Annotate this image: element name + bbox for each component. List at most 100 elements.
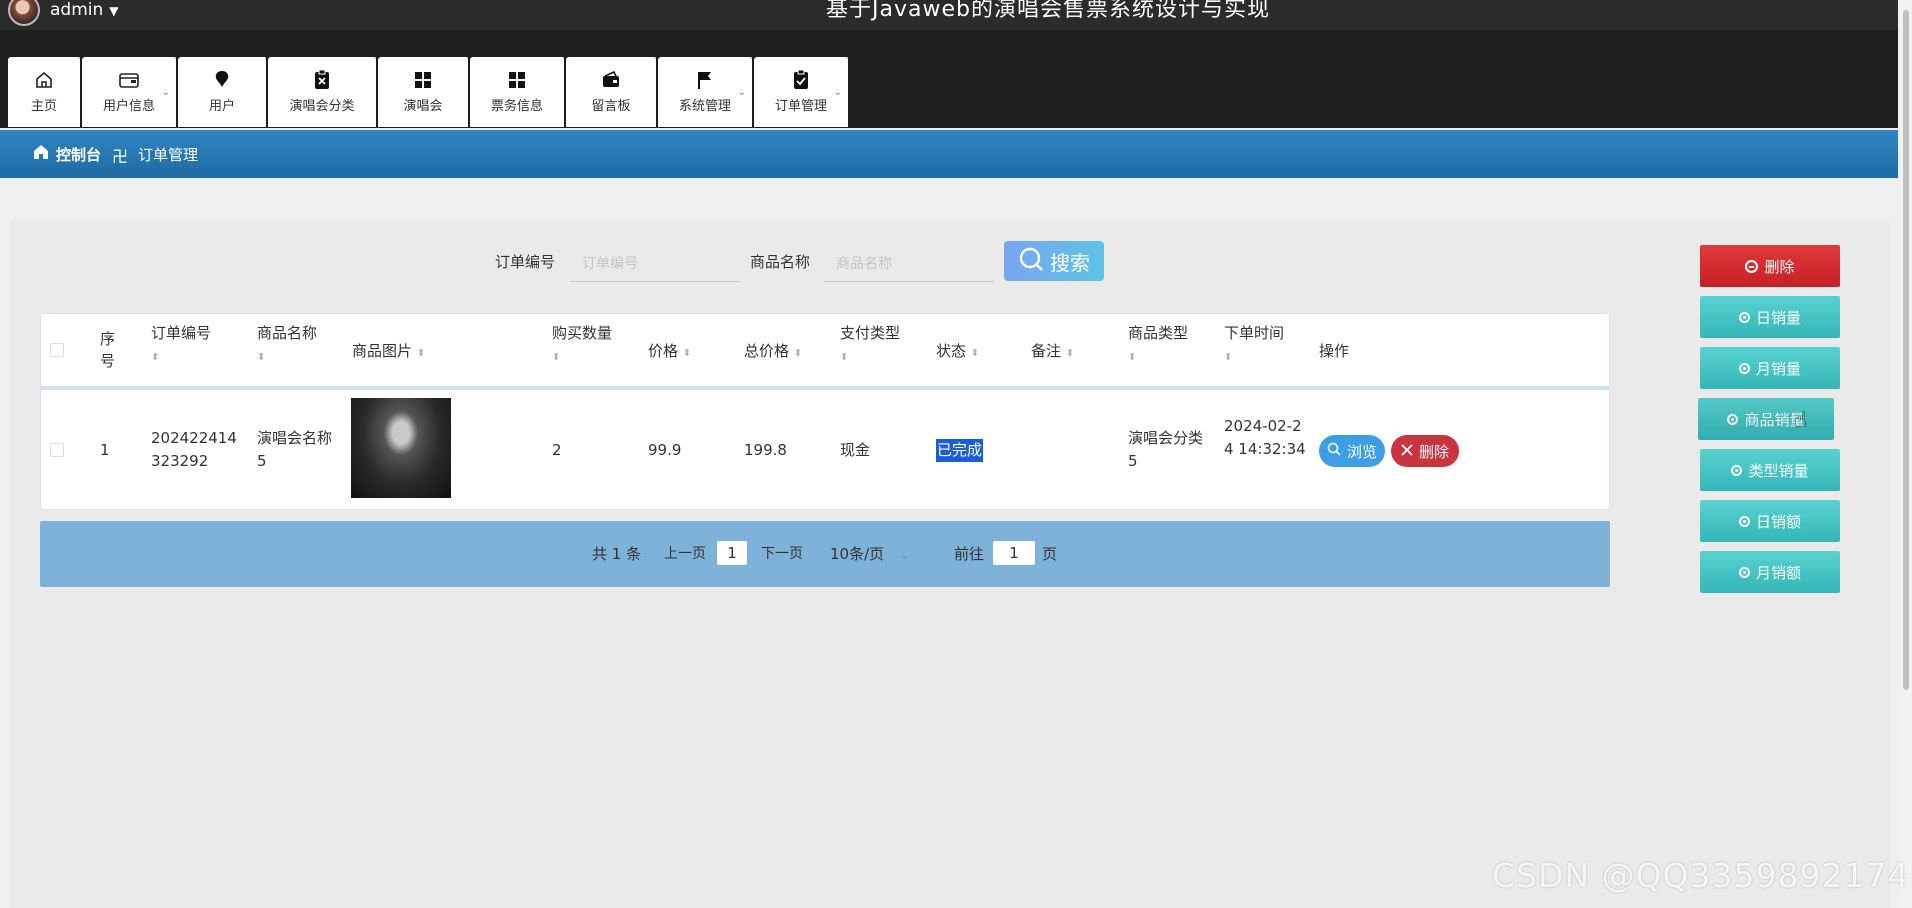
chevron-down-icon: ⌄: [833, 87, 842, 98]
nav-label: 主页: [30, 99, 57, 114]
type-sales-button[interactable]: 类型销量: [1700, 449, 1840, 491]
target-icon: [1738, 362, 1750, 374]
pager-page-unit: 页: [1042, 545, 1058, 563]
product-image[interactable]: [351, 398, 451, 498]
search-button[interactable]: 搜索: [1004, 241, 1104, 281]
header-product-image[interactable]: 商品图片 ⬍: [352, 340, 425, 365]
delete-row-button[interactable]: 删除: [1391, 435, 1459, 467]
type-sales-label: 类型销量: [1748, 461, 1809, 480]
nav-item-home[interactable]: 主页: [8, 57, 82, 127]
breadcrumb-current: 订单管理: [138, 146, 199, 164]
daily-amount-button[interactable]: 日销额: [1700, 500, 1840, 542]
grid-icon: [412, 69, 434, 91]
nav-item-order-management[interactable]: 订单管理 ⌄: [754, 57, 850, 127]
cell-quantity: 2: [552, 441, 562, 459]
batch-delete-label: 删除: [1764, 257, 1795, 276]
batch-delete-button[interactable]: 删除: [1700, 245, 1840, 287]
header-status[interactable]: 状态 ⬍: [936, 340, 979, 365]
target-icon: [1738, 566, 1750, 578]
page-scrollbar[interactable]: [1900, 0, 1912, 908]
system-title: 基于Javaweb的演唱会售票系统设计与实现: [826, 0, 1270, 22]
pager-goto-input[interactable]: 1: [993, 541, 1035, 565]
hand-cursor-icon: ☝: [1794, 408, 1808, 433]
target-icon: [1738, 515, 1750, 527]
delete-row-button-label: 删除: [1418, 442, 1449, 461]
header-remark[interactable]: 备注 ⬍: [1031, 340, 1074, 365]
nav-label: 订单管理: [774, 99, 827, 114]
target-icon: [1731, 464, 1743, 476]
cell-product-name: 演唱会名称5: [257, 429, 333, 470]
username: admin: [50, 0, 104, 20]
order-no-input[interactable]: [570, 246, 740, 282]
chevron-down-icon: ⌄: [161, 87, 170, 98]
chevron-down-icon: ⌄: [737, 87, 746, 98]
product-name-label: 商品名称: [750, 253, 811, 271]
user-menu[interactable]: admin ▼: [50, 0, 119, 21]
monthly-amount-button[interactable]: 月销额: [1700, 551, 1840, 593]
header-order-no[interactable]: 订单编号 ⬍: [151, 322, 211, 369]
cell-total: 199.8: [744, 441, 787, 459]
breadcrumb: 控制台 卍 订单管理: [0, 130, 1898, 178]
nav-label: 演唱会分类: [289, 99, 355, 114]
row-checkbox[interactable]: [50, 443, 64, 457]
nav-label: 票务信息: [490, 99, 543, 114]
cell-order-time: 2024-02-24 14:32:34: [1224, 417, 1306, 458]
cell-status: 已完成: [936, 439, 984, 462]
nav-item-user[interactable]: 用户: [178, 57, 268, 127]
product-name-input[interactable]: [824, 246, 994, 282]
pager-next[interactable]: 下一页: [761, 543, 803, 563]
pin-icon: [211, 69, 233, 91]
orders-table: 序号 订单编号 ⬍ 商品名称 ⬍ 商品图片 ⬍ 购买数量 ⬍ 价格 ⬍ 总价格 ⬍ 支…: [40, 313, 1610, 510]
view-button[interactable]: 浏览: [1319, 435, 1385, 467]
header-total[interactable]: 总价格 ⬍: [744, 340, 802, 365]
target-icon: [1727, 413, 1739, 425]
daily-sales-button[interactable]: 日销量: [1700, 296, 1840, 338]
header-order-time[interactable]: 下单时间 ⬍: [1224, 322, 1284, 369]
clipboard-check-icon: [790, 69, 812, 91]
nav-item-user-info[interactable]: 用户信息 ⌄: [82, 57, 178, 127]
search-icon: [1327, 442, 1341, 460]
cell-product-type: 演唱会分类5: [1128, 429, 1204, 470]
flag-icon: [694, 69, 716, 91]
monthly-sales-button[interactable]: 月销量: [1700, 347, 1840, 389]
cell-index: 1: [100, 441, 110, 459]
daily-sales-label: 日销量: [1755, 308, 1801, 327]
pager-size-select[interactable]: 10条/页 ⌄: [830, 543, 909, 564]
top-bar: admin ▼ 基于Javaweb的演唱会售票系统设计与实现 主页 用户信息 ⌄ …: [0, 0, 1898, 128]
pager-current-page[interactable]: 1: [717, 541, 747, 565]
table-header: 序号 订单编号 ⬍ 商品名称 ⬍ 商品图片 ⬍ 购买数量 ⬍ 价格 ⬍ 总价格 ⬍ 支…: [41, 314, 1609, 390]
wallet-icon: [600, 69, 622, 91]
breadcrumb-separator: 卍: [112, 147, 129, 166]
monthly-amount-label: 月销额: [1755, 563, 1801, 582]
breadcrumb-home[interactable]: 控制台: [56, 144, 101, 165]
search-icon: [1018, 246, 1044, 277]
header-quantity[interactable]: 购买数量 ⬍: [552, 322, 612, 369]
chevron-down-icon: ⌄: [900, 549, 910, 562]
nav-label: 系统管理: [678, 99, 731, 114]
pager-total: 共 1 条: [592, 545, 642, 563]
header-product-type[interactable]: 商品类型 ⬍: [1128, 322, 1188, 369]
nav-item-concert-category[interactable]: 演唱会分类: [268, 57, 378, 127]
pager-prev[interactable]: 上一页: [664, 543, 706, 563]
header-actions: 操作: [1319, 342, 1350, 360]
cell-price: 99.9: [648, 441, 682, 459]
product-sales-button[interactable]: 商品销量: [1698, 398, 1834, 440]
header-pay-type[interactable]: 支付类型 ⬍: [840, 322, 900, 369]
monthly-sales-label: 月销量: [1755, 359, 1801, 378]
home-icon[interactable]: [32, 143, 50, 161]
nav-item-concert[interactable]: 演唱会: [378, 57, 470, 127]
nav-item-system-management[interactable]: 系统管理 ⌄: [658, 57, 754, 127]
search-button-label: 搜索: [1050, 250, 1090, 275]
nav-item-ticket-info[interactable]: 票务信息: [470, 57, 566, 127]
view-button-label: 浏览: [1346, 442, 1377, 461]
header-product-name[interactable]: 商品名称 ⬍: [257, 322, 317, 369]
nav-item-message-board[interactable]: 留言板: [566, 57, 658, 127]
header-price[interactable]: 价格 ⬍: [648, 340, 691, 365]
nav-label: 留言板: [591, 99, 631, 114]
select-all-checkbox[interactable]: [50, 343, 64, 357]
scrollbar-thumb[interactable]: [1903, 10, 1909, 690]
clipboard-x-icon: [311, 69, 333, 91]
target-icon: [1738, 311, 1750, 323]
minus-circle-icon: [1745, 259, 1759, 273]
header-index: 序号: [100, 330, 116, 370]
